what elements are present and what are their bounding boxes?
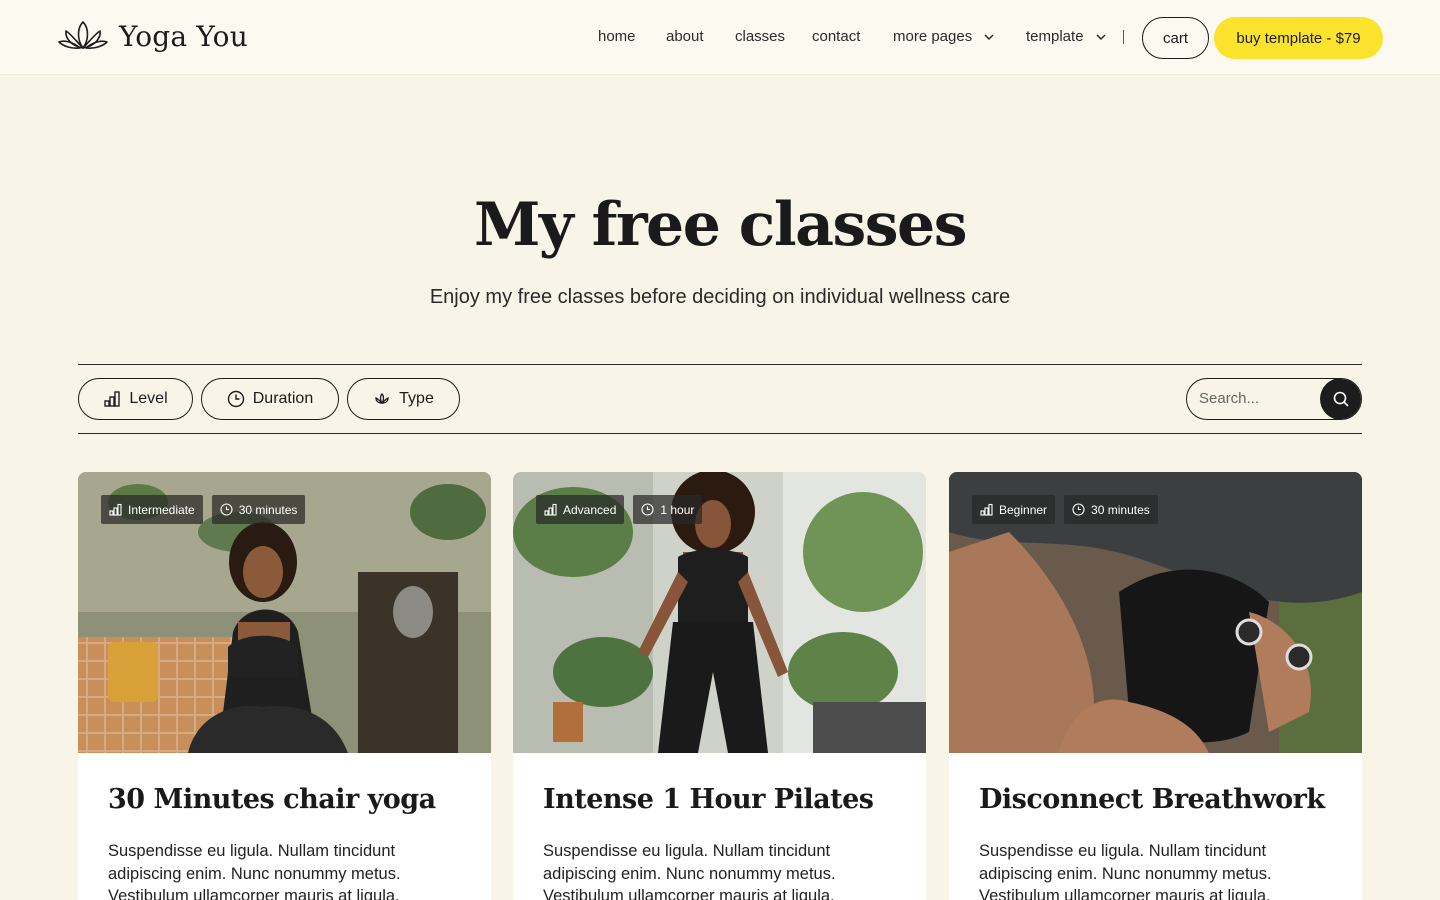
duration-badge-label: 30 minutes (1091, 502, 1150, 517)
level-bars-icon (980, 503, 993, 516)
nav-home[interactable]: home (598, 28, 636, 45)
divider-top (78, 364, 1362, 365)
level-badge: Beginner (972, 495, 1056, 524)
level-badge-label: Intermediate (128, 502, 195, 517)
search-box (1186, 378, 1362, 420)
level-bars-icon (544, 503, 557, 516)
clock-icon (227, 390, 244, 408)
clock-icon (1072, 503, 1085, 516)
site-header: Yoga You home about classes contact more… (0, 0, 1440, 75)
chevron-down-icon (1096, 33, 1106, 40)
class-card[interactable]: Advanced 1 hour Intense 1 Hour Pilates S… (513, 472, 926, 900)
chevron-down-icon (984, 33, 994, 40)
class-description: Suspendisse eu ligula. Nullam tincidunt … (108, 842, 401, 900)
type-filter-label: Type (399, 390, 434, 407)
cart-button[interactable]: cart (1142, 17, 1209, 59)
lotus-icon (375, 393, 389, 405)
nav-more-pages-label: more pages (893, 28, 973, 45)
nav-template-dropdown[interactable]: template (1026, 28, 1108, 45)
class-title[interactable]: 30 Minutes chair yoga (108, 784, 436, 815)
nav-divider (1123, 30, 1124, 44)
brand-name: Yoga You (119, 19, 248, 53)
divider-bottom (78, 433, 1362, 434)
class-title[interactable]: Intense 1 Hour Pilates (543, 784, 874, 815)
page-title: My free classes (473, 190, 968, 260)
nav-more-pages-dropdown[interactable]: more pages (893, 28, 996, 45)
search-input[interactable] (1187, 379, 1327, 418)
nav-template-label: template (1026, 28, 1084, 45)
search-button[interactable] (1320, 379, 1361, 419)
duration-filter-label: Duration (252, 390, 314, 407)
level-bars-icon (104, 391, 121, 407)
search-icon (1333, 391, 1349, 407)
level-filter-button[interactable]: Level (78, 378, 193, 420)
duration-badge-label: 30 minutes (238, 502, 298, 517)
level-filter-label: Level (129, 390, 168, 407)
page-subtitle: Enjoy my free classes before deciding on… (429, 286, 1011, 308)
level-badge-label: Beginner (999, 502, 1048, 517)
type-filter-button[interactable]: Type (347, 378, 460, 420)
class-title[interactable]: Disconnect Breathwork (979, 784, 1325, 815)
buy-template-button[interactable]: buy template - $79 (1214, 17, 1383, 59)
level-badge-label: Advanced (563, 502, 617, 517)
class-description: Suspendisse eu ligula. Nullam tincidunt … (543, 842, 836, 900)
duration-badge: 30 minutes (211, 495, 306, 524)
duration-badge-label: 1 hour (660, 502, 695, 517)
logo[interactable]: Yoga You (57, 18, 248, 54)
level-badge: Intermediate (101, 495, 203, 524)
class-description: Suspendisse eu ligula. Nullam tincidunt … (979, 842, 1272, 900)
duration-filter-button[interactable]: Duration (201, 378, 339, 420)
duration-badge: 1 hour (633, 495, 703, 524)
level-badge: Advanced (536, 495, 625, 524)
lotus-icon (58, 21, 108, 49)
clock-icon (220, 503, 233, 516)
duration-badge: 30 minutes (1064, 495, 1158, 524)
level-bars-icon (109, 503, 122, 516)
nav-about[interactable]: about (666, 28, 704, 45)
nav-contact[interactable]: contact (812, 28, 860, 45)
nav-classes[interactable]: classes (735, 28, 785, 45)
class-card[interactable]: Beginner 30 minutes Disconnect Breathwor… (949, 472, 1362, 900)
class-card[interactable]: Intermediate 30 minutes 30 Minutes chair… (78, 472, 491, 900)
clock-icon (641, 503, 654, 516)
